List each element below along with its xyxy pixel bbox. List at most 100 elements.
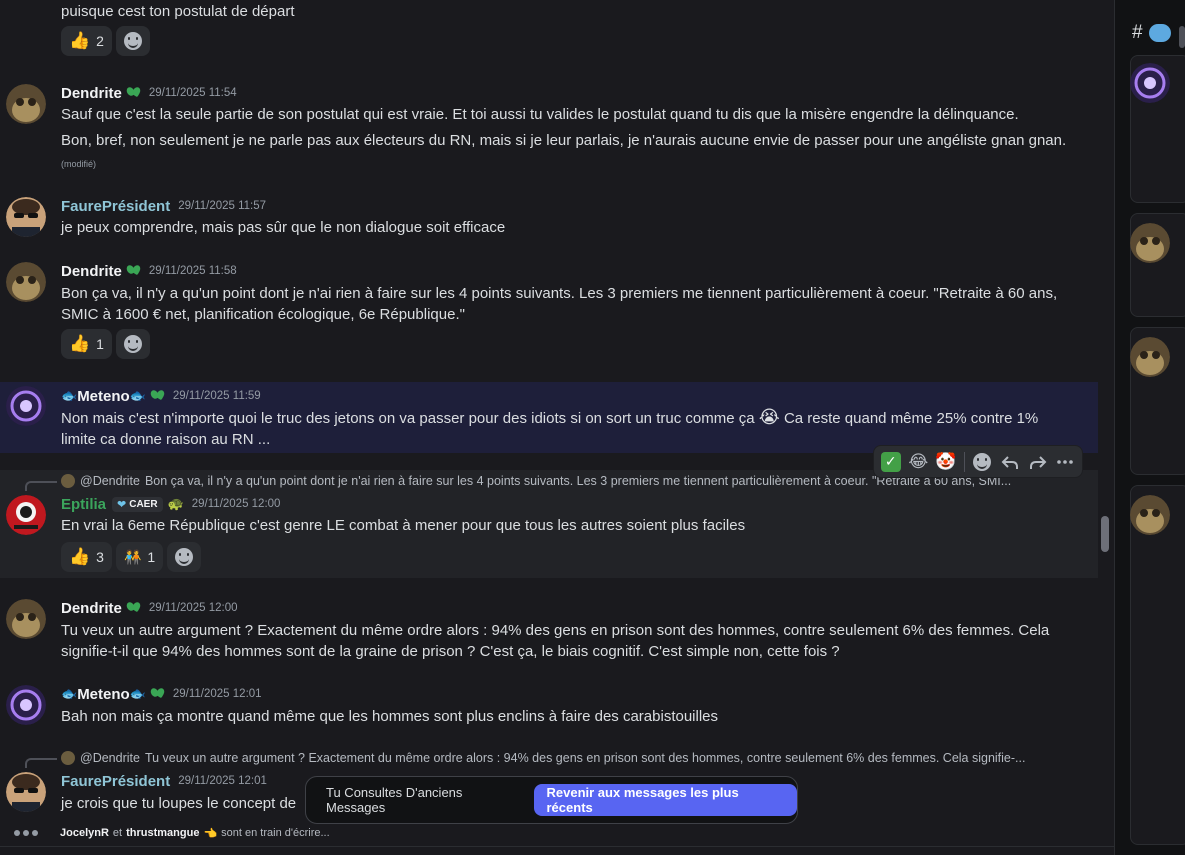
author-line: 🐟 Meteno 🐟 29/11/2025 12:01 — [61, 685, 262, 703]
fish-icon: 🐟 — [61, 686, 78, 701]
avatar[interactable] — [6, 197, 46, 237]
quick-react-check[interactable]: ✓ — [879, 449, 903, 475]
add-reaction-button[interactable] — [971, 449, 995, 475]
avatar[interactable] — [6, 386, 46, 426]
message-text: signifie-t-il que 94% des hommes sont de… — [61, 643, 840, 660]
message-text: Bon ça va, il n'y a qu'un point dont je … — [61, 285, 1058, 302]
avatar[interactable] — [1130, 337, 1170, 377]
reply-icon — [1001, 455, 1018, 469]
toolbar-divider — [963, 451, 965, 472]
message-text: Bah non mais ça montre quand même que le… — [61, 708, 719, 725]
reaction-thumbs-up[interactable]: 👍 2 — [61, 26, 112, 56]
typing-user: JocelynR — [60, 827, 109, 839]
reaction-people[interactable]: 🧑‍🤝‍🧑 1 — [115, 542, 164, 572]
author-name[interactable]: FaurePrésident — [61, 773, 170, 790]
message-text: limite ca donne raison au RN ... — [61, 431, 271, 448]
speech-bubble-icon — [1148, 24, 1171, 42]
timestamp: 29/11/2025 12:00 — [148, 602, 238, 614]
author-name[interactable]: Meteno — [77, 686, 130, 703]
message-text: je peux comprendre, mais pas sûr que le … — [61, 219, 506, 236]
clown-emoji-icon: 🤡 — [935, 451, 957, 471]
avatar[interactable] — [1130, 63, 1170, 103]
reply-author: @Dendrite — [80, 474, 140, 488]
message-text: Sauf que c'est la seule partie de son po… — [61, 106, 1019, 123]
add-reaction-button[interactable] — [167, 542, 202, 572]
avatar[interactable] — [1130, 223, 1170, 263]
avatar[interactable] — [6, 262, 46, 302]
reply-avatar — [61, 751, 75, 765]
typing-indicator: JocelynR et thrustmangue 👈 sont en train… — [14, 825, 330, 841]
leaf-icon — [151, 389, 165, 403]
jump-to-present-bar: Tu Consultes D'anciens Messages Revenir … — [305, 776, 798, 824]
message-text: Non mais c'est n'importe quoi le truc de… — [61, 407, 1038, 429]
jump-to-present-button[interactable]: Revenir aux messages les plus récents — [533, 784, 797, 816]
channel-hash-icon: # — [1132, 22, 1143, 43]
composer-edge — [0, 846, 1114, 855]
forward-button[interactable] — [1026, 449, 1050, 475]
add-reaction-button[interactable] — [115, 26, 150, 56]
more-button[interactable] — [1053, 449, 1077, 475]
reactions: 👍 1 — [61, 329, 150, 359]
author-name[interactable]: Dendrite — [61, 85, 122, 102]
author-name[interactable]: Meteno — [77, 388, 130, 405]
avatar[interactable] — [6, 772, 46, 812]
heart-icon: ❤ — [117, 498, 127, 511]
laugh-emoji-icon: 😂 — [908, 451, 929, 471]
typing-user: thrustmangue — [126, 827, 200, 839]
reply-text: Tu veux un autre argument ? Exactement d… — [144, 751, 1026, 765]
author-name[interactable]: Eptilia — [61, 496, 106, 513]
reactions: 👍 2 — [61, 26, 150, 56]
author-line: Dendrite 29/11/2025 11:54 — [61, 84, 237, 102]
typing-dots-icon — [14, 830, 38, 836]
add-reaction-button[interactable] — [115, 329, 150, 359]
reply-avatar — [61, 474, 75, 488]
fish-icon: 🐟 — [129, 686, 146, 701]
author-name[interactable]: FaurePrésident — [61, 198, 170, 215]
message-text-part: Non mais c'est n'importe quoi le truc de… — [61, 410, 755, 427]
message-text: Bon, bref, non seulement je ne parle pas… — [61, 132, 1067, 149]
typing-user-emoji: 👈 — [203, 827, 218, 840]
message-text: je crois que tu loupes le concept de — [61, 795, 297, 812]
reaction-thumbs-up[interactable]: 👍 1 — [61, 329, 112, 359]
avatar[interactable] — [6, 599, 46, 639]
timestamp: 29/11/2025 11:57 — [178, 200, 267, 212]
reply-connector — [25, 758, 57, 768]
side-scrollbar[interactable] — [1179, 26, 1185, 48]
reply-connector — [25, 481, 57, 491]
fish-icon: 🐟 — [129, 388, 146, 403]
timestamp: 29/11/2025 12:01 — [172, 688, 262, 700]
message-text: puisque cest ton postulat de départ — [61, 3, 295, 20]
jump-info-text: Tu Consultes D'anciens Messages — [326, 785, 463, 815]
turtle-icon: 🐢 — [167, 496, 184, 511]
author-name[interactable]: Dendrite — [61, 263, 122, 280]
reactions: 👍 3 🧑‍🤝‍🧑 1 — [61, 542, 202, 572]
leaf-icon — [151, 687, 165, 701]
message-text: En vrai la 6eme République c'est genre L… — [61, 517, 746, 534]
quick-react-clown[interactable]: 🤡 — [934, 449, 958, 475]
avatar[interactable] — [6, 685, 46, 725]
side-card[interactable] — [1130, 485, 1185, 845]
quick-react-laugh[interactable]: 😂 — [907, 449, 931, 475]
timestamp: 29/11/2025 11:59 — [172, 390, 261, 402]
timestamp: 29/11/2025 12:01 — [178, 775, 267, 787]
typing-suffix: sont en train d'écrire... — [221, 827, 330, 839]
message-text: Tu veux un autre argument ? Exactement d… — [61, 622, 1050, 639]
server-tag[interactable]: ❤ CAER — [112, 496, 163, 512]
reply-button[interactable] — [998, 449, 1022, 475]
crying-emoji: 😭 — [758, 407, 780, 427]
reply-author: @Dendrite — [80, 751, 140, 765]
scrollbar-thumb[interactable] — [1101, 516, 1109, 552]
reply-preview[interactable]: @Dendrite Tu veux un autre argument ? Ex… — [61, 750, 1071, 766]
author-name[interactable]: Dendrite — [61, 600, 122, 617]
add-reaction-icon — [123, 32, 142, 50]
avatar[interactable] — [6, 495, 46, 535]
side-panel-header: # — [1132, 22, 1171, 44]
fish-icon: 🐟 — [61, 388, 78, 403]
forward-icon — [1029, 455, 1046, 469]
avatar[interactable] — [1130, 495, 1170, 535]
check-emoji-icon: ✓ — [880, 451, 901, 472]
author-line: 🐟 Meteno 🐟 29/11/2025 11:59 — [61, 387, 261, 405]
avatar[interactable] — [6, 84, 46, 124]
reaction-thumbs-up[interactable]: 👍 3 — [61, 542, 112, 572]
edited-label: (modifié) — [61, 159, 97, 169]
